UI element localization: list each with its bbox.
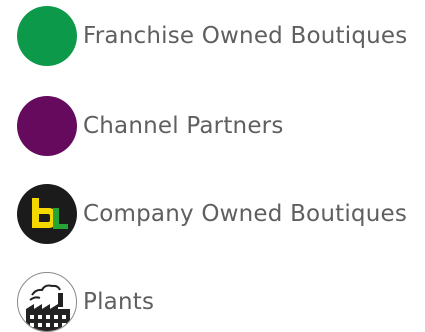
green-circle-icon bbox=[17, 6, 77, 66]
map-legend: Franchise Owned Boutiques Channel Partne… bbox=[0, 0, 425, 332]
legend-item-label: Franchise Owned Boutiques bbox=[83, 23, 408, 49]
legend-item-channel-partners: Channel Partners bbox=[17, 96, 284, 156]
factory-icon bbox=[17, 272, 77, 332]
legend-item-company-owned-boutiques: Company Owned Boutiques bbox=[17, 184, 407, 244]
legend-item-label: Company Owned Boutiques bbox=[83, 201, 408, 227]
legend-item-franchise-owned-boutiques: Franchise Owned Boutiques bbox=[17, 6, 407, 66]
legend-item-plants: Plants bbox=[17, 272, 154, 332]
brand-logo-icon bbox=[17, 184, 77, 244]
purple-circle-icon bbox=[17, 96, 77, 156]
legend-item-label: Plants bbox=[83, 289, 155, 315]
legend-item-label: Channel Partners bbox=[83, 113, 284, 139]
